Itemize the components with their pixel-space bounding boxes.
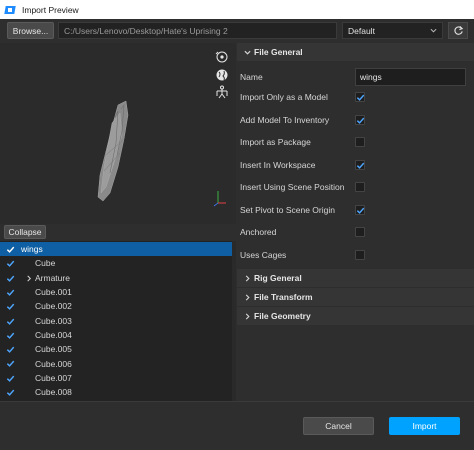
tree-item[interactable]: Cube.002 [0, 299, 232, 313]
section-header-label: File General [254, 47, 303, 57]
tree-item[interactable]: Cube [0, 256, 232, 270]
cancel-button[interactable]: Cancel [303, 417, 374, 435]
property-label: Import Only as a Model [240, 92, 328, 102]
tree-item[interactable]: Cube.007 [0, 371, 232, 385]
property-row: Uses Cages [237, 244, 474, 267]
toolbar: Browse... C:/Users/Lenovo/Desktop/Hate's… [0, 19, 474, 43]
property-label: Anchored [240, 227, 277, 237]
property-checkbox[interactable] [355, 227, 365, 237]
section-file-transform[interactable]: File Transform [237, 288, 474, 306]
tree-item-label: Cube.004 [35, 329, 72, 340]
collapse-button[interactable]: Collapse [4, 225, 46, 239]
property-row: Anchored [237, 221, 474, 244]
property-checkbox[interactable] [355, 182, 365, 192]
tree-item-label: Cube.002 [35, 301, 72, 312]
tree-item[interactable]: Armature [0, 271, 232, 285]
tree-item-checkbox[interactable] [6, 245, 15, 254]
app-logo-icon [5, 5, 17, 15]
tree-item[interactable]: Cube.001 [0, 285, 232, 299]
chevron-right-icon [245, 313, 250, 320]
tree-item-label: Cube.008 [35, 387, 72, 398]
tree-item[interactable]: Cube.008 [0, 385, 232, 399]
file-path-field[interactable]: C:/Users/Lenovo/Desktop/Hate's Uprising … [58, 22, 337, 39]
tree-item-checkbox[interactable] [6, 317, 15, 326]
tree-item-label: Cube.001 [35, 287, 72, 298]
globe-icon[interactable] [214, 68, 230, 82]
section-header-label: File Geometry [254, 311, 311, 321]
property-label: Insert In Workspace [240, 159, 316, 170]
rotate-camera-icon[interactable] [214, 50, 230, 64]
refresh-icon [453, 25, 463, 35]
property-label: Insert Using Scene Position [240, 182, 345, 192]
import-button[interactable]: Import [389, 417, 460, 435]
tree-item-label: Cube.006 [35, 358, 72, 369]
property-checkbox[interactable] [355, 204, 365, 215]
property-checkbox[interactable] [355, 249, 365, 260]
tree-item-checkbox[interactable] [6, 374, 15, 383]
property-row: Import as Package [237, 131, 474, 154]
chevron-right-icon[interactable] [26, 275, 32, 282]
tree-item-checkbox[interactable] [6, 259, 15, 268]
property-checkbox[interactable] [355, 114, 365, 125]
tree-item-label: Cube.003 [35, 315, 72, 326]
tree-item[interactable]: Cube.003 [0, 314, 232, 328]
tree-item-label: Armature [35, 272, 70, 283]
refresh-button[interactable] [448, 22, 468, 39]
section-file-geometry[interactable]: File Geometry [237, 307, 474, 325]
tree-item-checkbox[interactable] [6, 302, 15, 311]
preset-dropdown-value: Default [348, 25, 375, 36]
name-label: Name [240, 72, 263, 82]
property-checkbox[interactable] [355, 159, 365, 170]
footer: Cancel Import [0, 402, 474, 450]
tree-item-checkbox[interactable] [6, 388, 15, 397]
property-row: Add Model To Inventory [237, 109, 474, 132]
rig-icon[interactable] [214, 85, 230, 99]
tree-item-label: Cube.005 [35, 344, 72, 355]
preset-dropdown[interactable]: Default [342, 22, 443, 39]
browse-button[interactable]: Browse... [7, 22, 54, 39]
chevron-down-icon [430, 28, 437, 33]
section-header-label: Rig General [254, 273, 302, 283]
property-row: Import Only as a Model [237, 86, 474, 109]
property-row: Insert In Workspace [237, 154, 474, 177]
model-preview-viewport[interactable] [0, 43, 236, 224]
tree-item[interactable]: Cube.004 [0, 328, 232, 342]
section-header-label: File Transform [254, 292, 313, 302]
chevron-right-icon [245, 294, 250, 301]
property-label: Add Model To Inventory [240, 114, 330, 125]
name-input[interactable]: wings [355, 68, 466, 86]
chevron-down-icon [244, 50, 251, 55]
tree-item-label: Cube.007 [35, 372, 72, 383]
window-title: Import Preview [22, 4, 79, 15]
tree-item[interactable]: Cube.005 [0, 342, 232, 356]
properties-panel: File General Name wings Import Only as a… [237, 43, 474, 401]
tree-item[interactable]: Cube.006 [0, 356, 232, 370]
section-file-general[interactable]: File General [237, 43, 474, 61]
section-rig-general[interactable]: Rig General [237, 269, 474, 287]
tree-scrollbar[interactable] [232, 241, 236, 401]
tree-item-checkbox[interactable] [6, 359, 15, 368]
property-row: Insert Using Scene Position [237, 176, 474, 199]
model-preview-mesh [97, 100, 226, 207]
tree-item-label: wings [21, 244, 43, 255]
tree-item-checkbox[interactable] [6, 288, 15, 297]
hierarchy-tree: wings Cube Armature Cube.001 Cube.002 Cube.00… [0, 241, 236, 401]
chevron-right-icon [245, 275, 250, 282]
property-label: Import as Package [240, 137, 311, 147]
tree-item-checkbox[interactable] [6, 345, 15, 354]
tree-item-label: Cube [35, 258, 56, 269]
property-checkbox[interactable] [355, 92, 365, 102]
property-label: Set Pivot to Scene Origin [240, 204, 335, 215]
tree-item-checkbox[interactable] [6, 274, 15, 283]
property-row: Set Pivot to Scene Origin [237, 199, 474, 222]
tree-item-checkbox[interactable] [6, 331, 15, 340]
title-bar: Import Preview [0, 0, 474, 19]
property-checkbox[interactable] [355, 137, 365, 147]
property-label: Uses Cages [240, 249, 287, 260]
tree-item[interactable]: wings [0, 242, 232, 257]
